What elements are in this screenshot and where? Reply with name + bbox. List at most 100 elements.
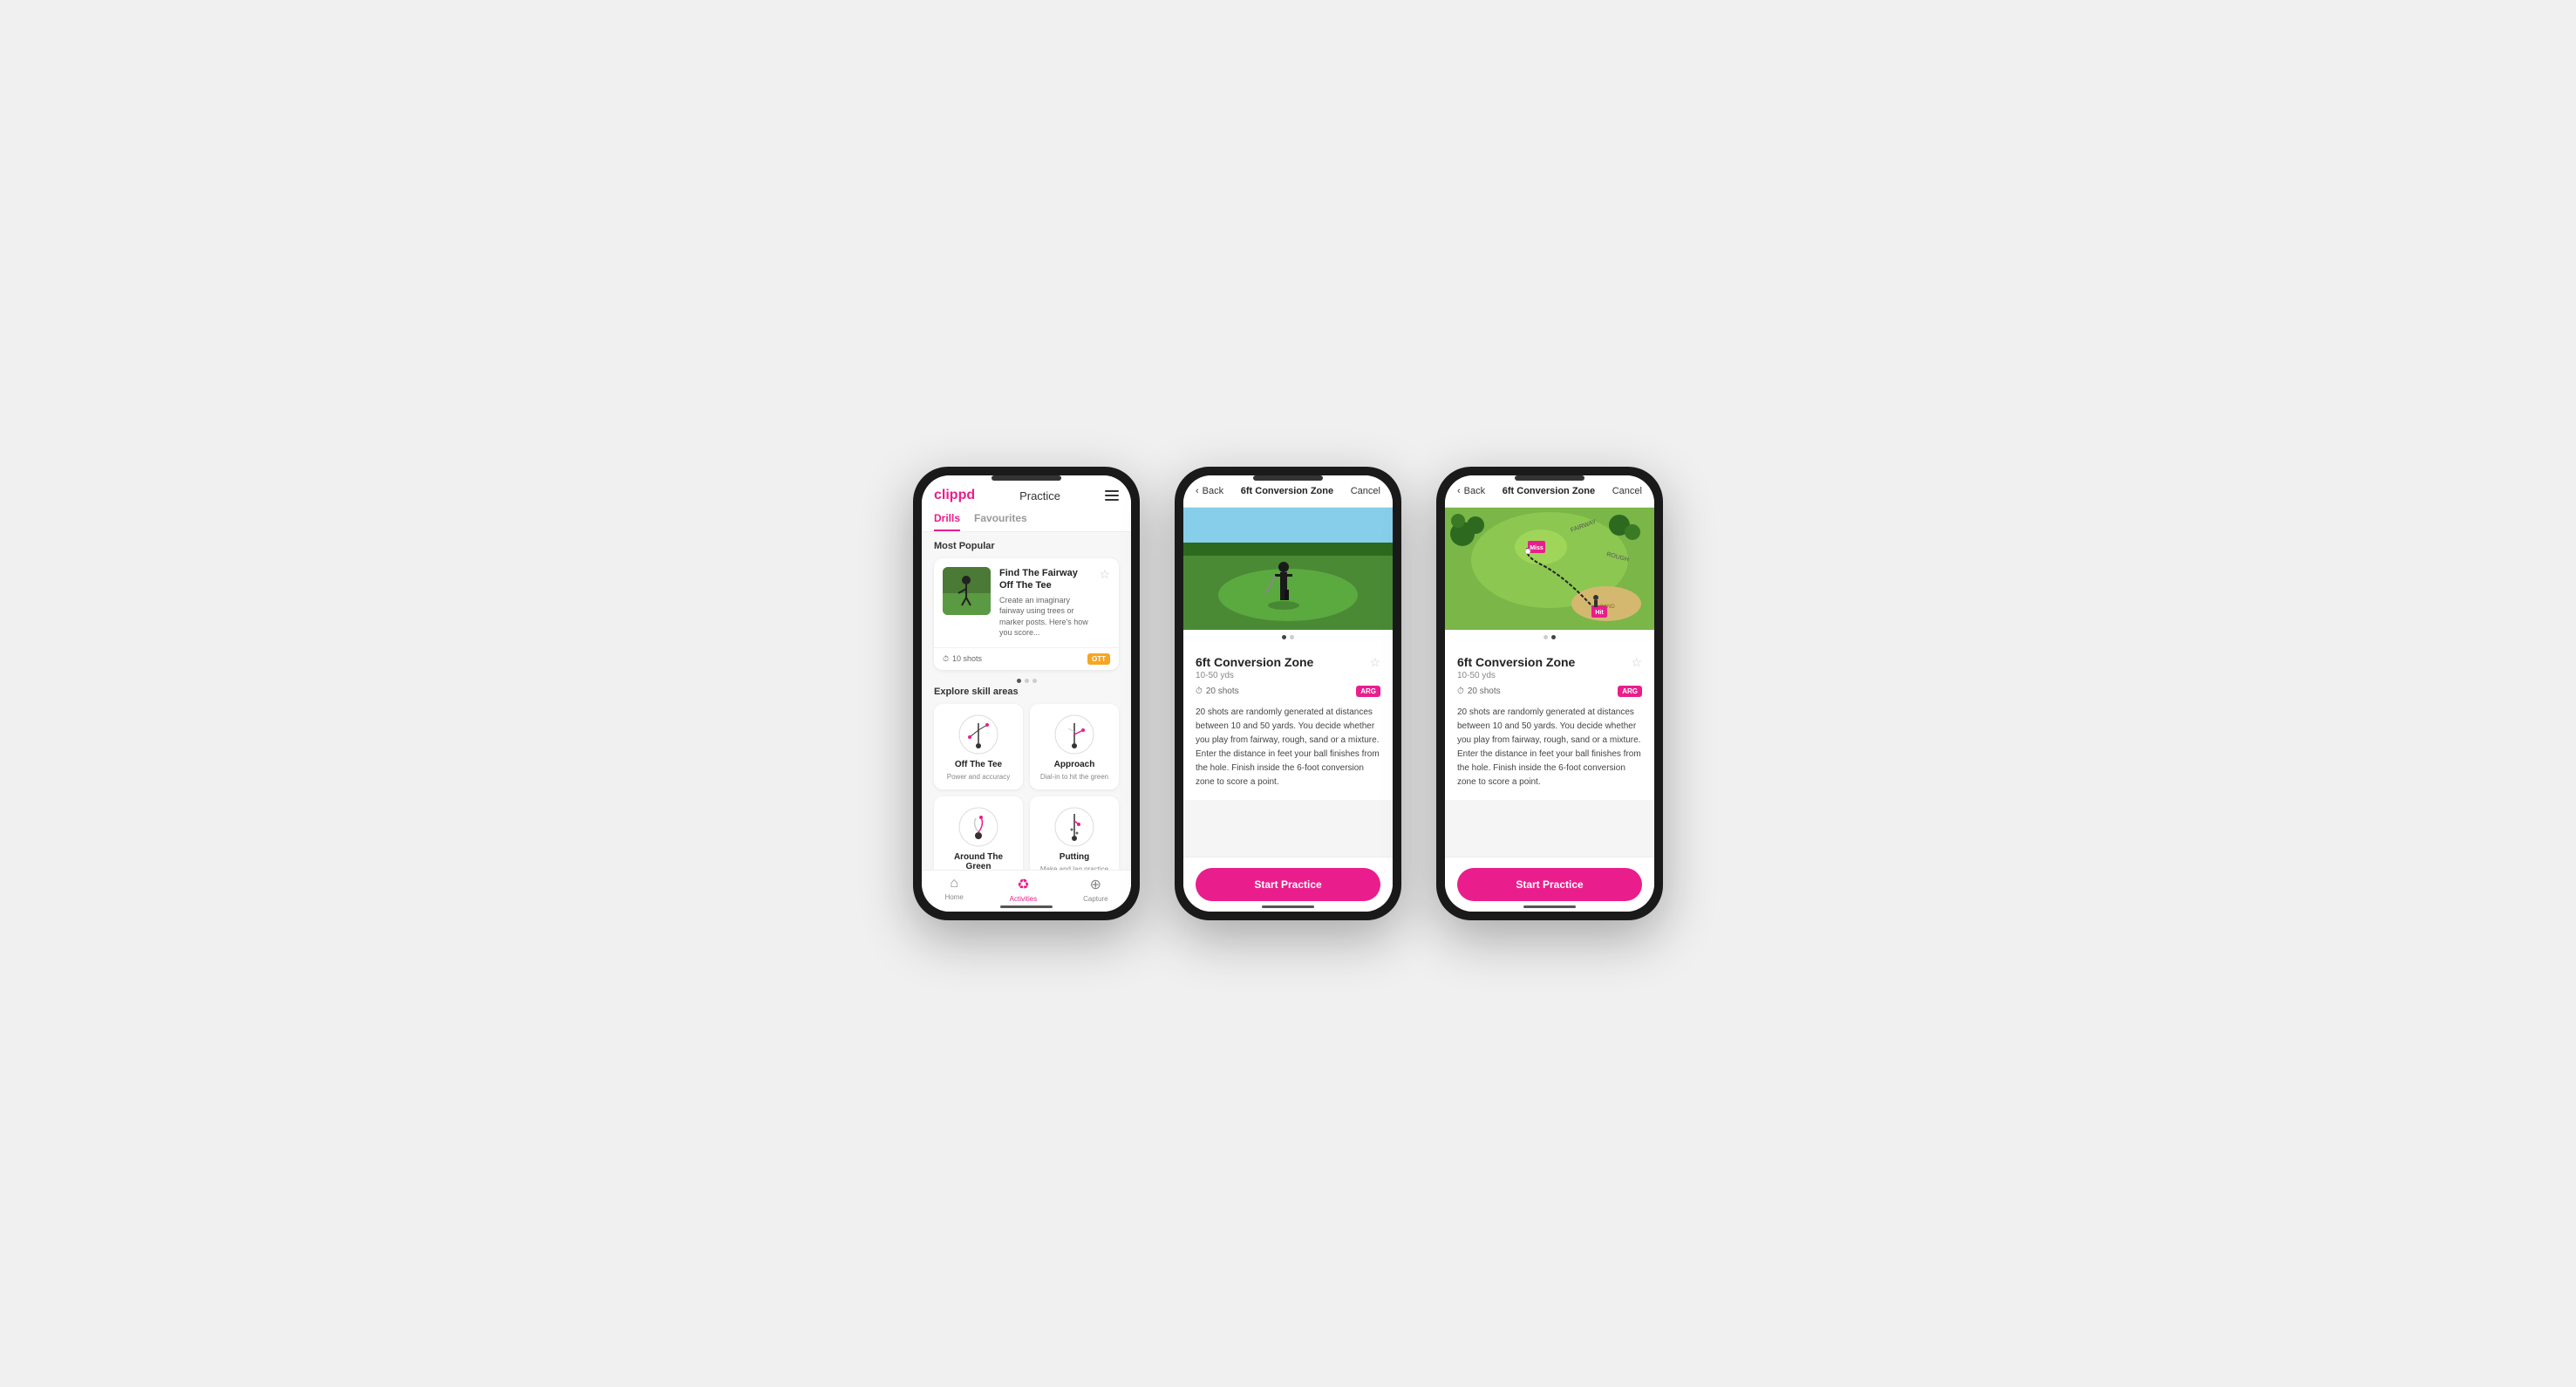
dot-1[interactable] [1017, 679, 1021, 683]
phone-2: ‹ Back 6ft Conversion Zone Cancel [1175, 467, 1401, 920]
screen3-body: Hit Miss FAIRWAY ROUGH SAND [1445, 508, 1654, 857]
nav-activities-label: Activities [1010, 895, 1038, 903]
screen-2: ‹ Back 6ft Conversion Zone Cancel [1183, 475, 1393, 912]
notch-3 [1515, 475, 1584, 481]
skill-desc-approach: Dial-in to hit the green [1040, 773, 1108, 781]
tab-drills[interactable]: Drills [934, 512, 960, 531]
screen3-title: 6ft Conversion Zone [1503, 486, 1595, 496]
screen-3: ‹ Back 6ft Conversion Zone Cancel [1445, 475, 1654, 912]
drill-desc-2: 20 shots are randomly generated at dista… [1196, 706, 1380, 789]
img-dot-3-1[interactable] [1544, 635, 1548, 639]
hamburger-menu[interactable] [1105, 490, 1119, 501]
page-title: Practice [1019, 489, 1060, 502]
skill-name-putting: Putting [1060, 852, 1089, 862]
shots-info-2: ⏱ 20 shots [1196, 687, 1239, 696]
svg-text:SAND: SAND [1600, 605, 1615, 610]
svg-text:Hit: Hit [1595, 610, 1604, 616]
skill-name-atg: Around The Green [943, 852, 1014, 870]
clock-icon-3: ⏱ [1457, 687, 1464, 696]
explore-label: Explore skill areas [934, 687, 1119, 697]
logo: clippd [934, 488, 975, 503]
tag-arg-3: ARG [1618, 686, 1642, 697]
featured-drill-title: Find The Fairway Off The Tee [999, 567, 1090, 592]
nav-capture[interactable]: ⊕ Capture [1083, 876, 1107, 903]
screen1-body: Most Popular [922, 532, 1131, 870]
chevron-left-icon-3: ‹ [1457, 486, 1461, 496]
back-label-3: Back [1464, 486, 1485, 496]
skill-around-green[interactable]: Around The Green Hone your short game [934, 796, 1023, 870]
carousel-dots [934, 675, 1119, 687]
start-practice-button-3[interactable]: Start Practice [1457, 868, 1642, 901]
home-bar-3 [1523, 905, 1576, 908]
home-icon: ⌂ [950, 876, 958, 892]
skill-putting[interactable]: Putting Make and lag practice [1030, 796, 1119, 870]
fav-star-2[interactable]: ☆ [1369, 655, 1380, 670]
back-button-2[interactable]: ‹ Back [1196, 486, 1223, 496]
image-dots-3 [1445, 630, 1654, 645]
drill-title-wrap: 6ft Conversion Zone 10-50 yds [1196, 655, 1313, 686]
start-btn-wrap-3: Start Practice [1445, 857, 1654, 912]
screen2-title: 6ft Conversion Zone [1241, 486, 1333, 496]
drill-map: Hit Miss FAIRWAY ROUGH SAND [1445, 508, 1654, 630]
favourite-star[interactable]: ☆ [1099, 567, 1110, 639]
shots-label: ⏱ 10 shots [943, 654, 982, 664]
img-dot-3-2[interactable] [1551, 635, 1556, 639]
svg-text:Miss: Miss [1530, 545, 1544, 551]
drill-content-2: 6ft Conversion Zone 10-50 yds ☆ ⏱ 20 sho… [1183, 645, 1393, 800]
photo-bg [1183, 508, 1393, 630]
chevron-left-icon: ‹ [1196, 486, 1199, 496]
cancel-button-2[interactable]: Cancel [1351, 486, 1380, 496]
back-label-2: Back [1203, 486, 1223, 496]
skill-name-ott: Off The Tee [955, 760, 1002, 769]
most-popular-label: Most Popular [934, 541, 1119, 551]
tag-arg-2: ARG [1356, 686, 1380, 697]
off-the-tee-icon [957, 713, 1000, 756]
start-practice-button-2[interactable]: Start Practice [1196, 868, 1380, 901]
home-bar-2 [1262, 905, 1314, 908]
screen-1: clippd Practice Drills Favourites Most P… [922, 475, 1131, 912]
drill-title-3: 6ft Conversion Zone [1457, 655, 1575, 669]
activities-icon: ♻ [1017, 876, 1029, 893]
tab-favourites[interactable]: Favourites [974, 512, 1027, 531]
screen2-body: 6ft Conversion Zone 10-50 yds ☆ ⏱ 20 sho… [1183, 508, 1393, 857]
img-dot-2-1[interactable] [1282, 635, 1286, 639]
featured-drill-card[interactable]: Find The Fairway Off The Tee Create an i… [934, 558, 1119, 670]
drill-title-wrap-3: 6ft Conversion Zone 10-50 yds [1457, 655, 1575, 686]
notch [992, 475, 1061, 481]
shots-info-3: ⏱ 20 shots [1457, 687, 1501, 696]
drill-content-3: 6ft Conversion Zone 10-50 yds ☆ ⏱ 20 sho… [1445, 645, 1654, 800]
dot-3[interactable] [1032, 679, 1037, 683]
home-bar [1000, 905, 1053, 908]
around-green-icon [957, 805, 1000, 849]
nav-home-label: Home [944, 893, 963, 901]
shots-count-3: 20 shots [1468, 687, 1501, 696]
nav-activities[interactable]: ♻ Activities [1010, 876, 1038, 903]
drill-title-2: 6ft Conversion Zone [1196, 655, 1313, 669]
phone-1: clippd Practice Drills Favourites Most P… [913, 467, 1140, 920]
drill-distance-2: 10-50 yds [1196, 671, 1313, 680]
cancel-button-3[interactable]: Cancel [1612, 486, 1642, 496]
phone-3: ‹ Back 6ft Conversion Zone Cancel [1436, 467, 1663, 920]
dot-2[interactable] [1025, 679, 1029, 683]
drill-desc-3: 20 shots are randomly generated at dista… [1457, 706, 1642, 789]
featured-footer: ⏱ 10 shots OTT [934, 647, 1119, 670]
fav-star-3[interactable]: ☆ [1631, 655, 1642, 670]
skill-approach[interactable]: Approach Dial-in to hit the green [1030, 704, 1119, 789]
nav-capture-label: Capture [1083, 895, 1107, 903]
skill-off-the-tee[interactable]: Off The Tee Power and accuracy [934, 704, 1023, 789]
nav-home[interactable]: ⌂ Home [944, 876, 963, 903]
featured-card-inner: Find The Fairway Off The Tee Create an i… [934, 558, 1119, 647]
clock-icon-2: ⏱ [1196, 687, 1203, 696]
back-button-3[interactable]: ‹ Back [1457, 486, 1485, 496]
tabs: Drills Favourites [934, 512, 1119, 531]
drill-photo [1183, 508, 1393, 630]
skill-name-approach: Approach [1054, 760, 1095, 769]
putting-icon [1053, 805, 1096, 849]
drill-meta-2: ⏱ 20 shots ARG [1196, 686, 1380, 697]
notch-2 [1253, 475, 1323, 481]
img-dot-2-2[interactable] [1290, 635, 1294, 639]
featured-info: Find The Fairway Off The Tee Create an i… [999, 567, 1090, 639]
skill-desc-ott: Power and accuracy [947, 773, 1010, 781]
drill-meta-3: ⏱ 20 shots ARG [1457, 686, 1642, 697]
tag-ott: OTT [1087, 653, 1110, 665]
